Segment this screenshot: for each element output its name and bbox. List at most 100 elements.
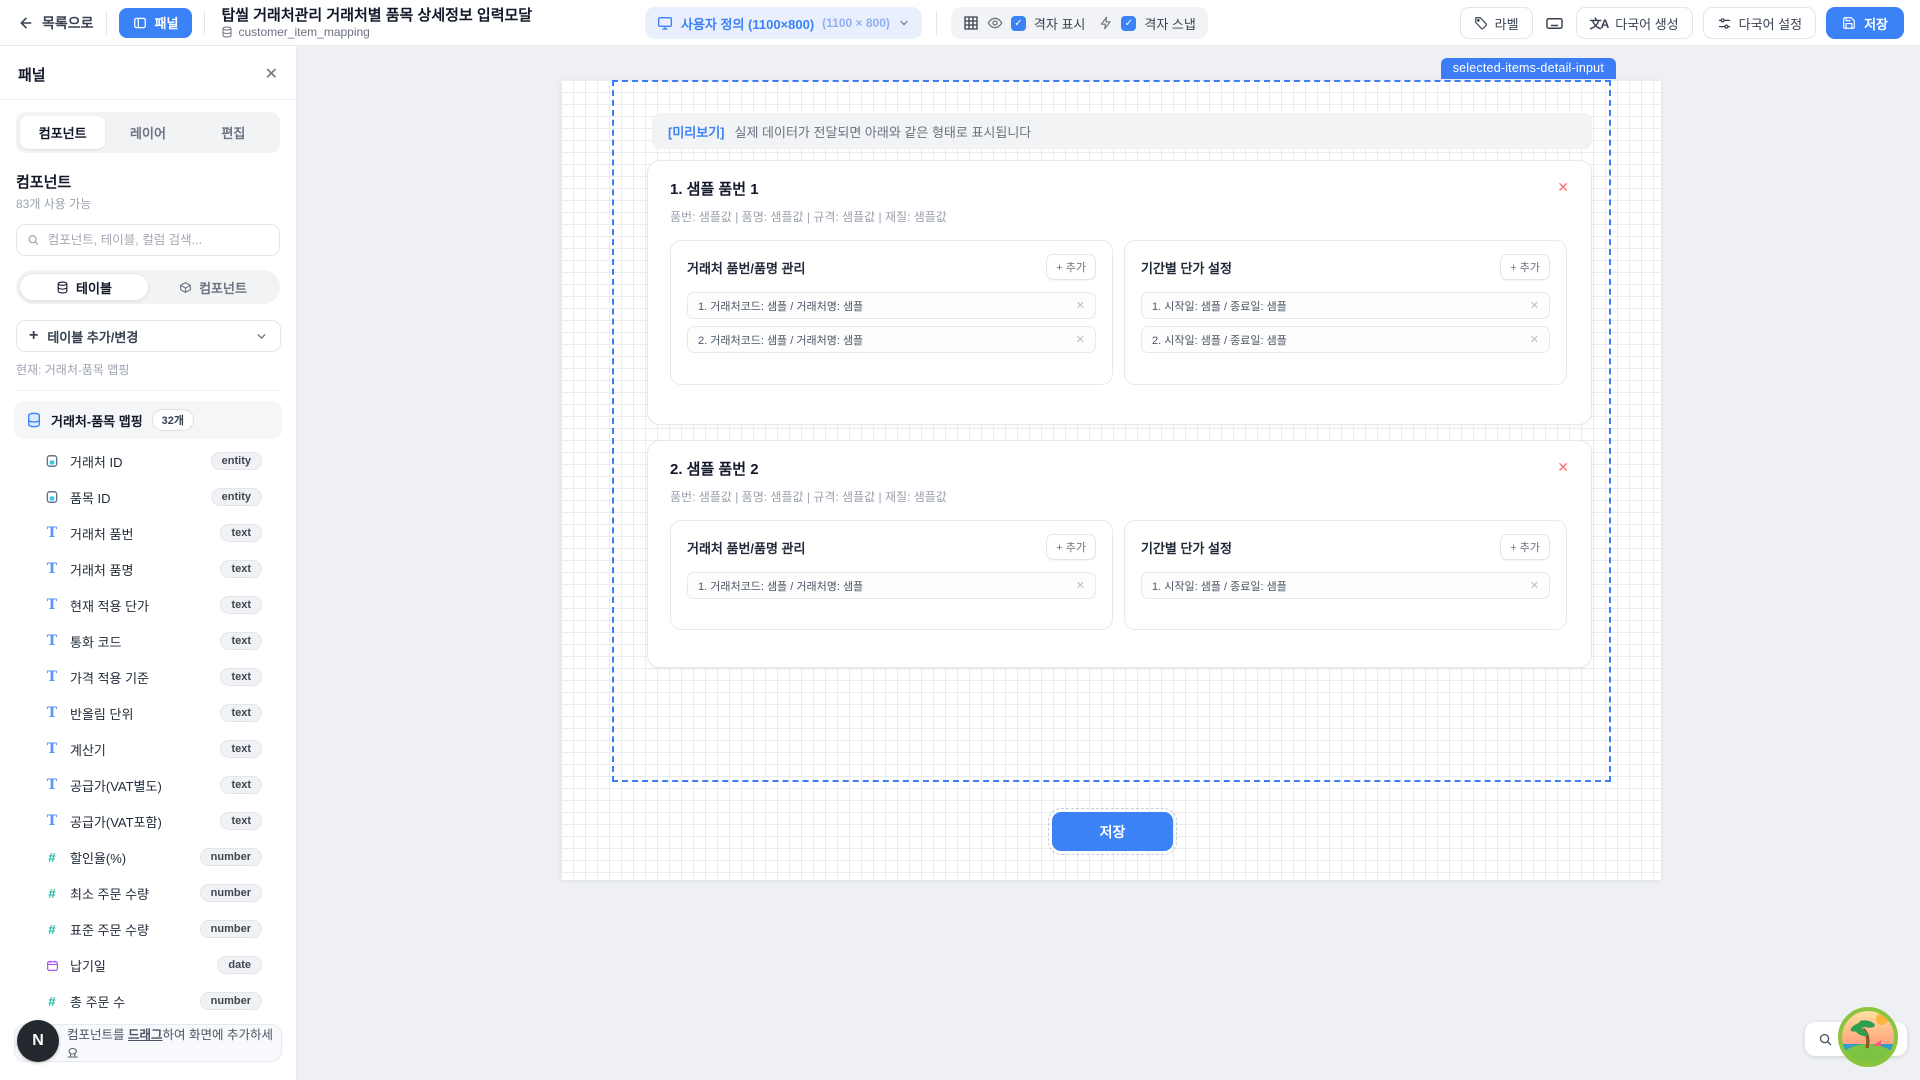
field-type-badge: text (220, 632, 262, 650)
field-row[interactable]: 거래처 ID entity (0, 443, 296, 479)
field-row[interactable]: T 반올림 단위 text (0, 695, 296, 731)
field-row[interactable]: # 표준 주문 수량 number (0, 911, 296, 947)
number-field-icon: # (44, 850, 60, 865)
number-field-icon: # (44, 994, 60, 1009)
number-field-icon: # (44, 886, 60, 901)
panel-toggle-button[interactable]: 패널 (119, 8, 193, 38)
grid-show-checkbox[interactable]: ✓ (1011, 16, 1026, 31)
field-row[interactable]: 품목 ID entity (0, 479, 296, 515)
add-row-button[interactable]: + 추가 (1046, 534, 1096, 560)
monitor-icon (657, 15, 673, 31)
tab-edit[interactable]: 편집 (191, 116, 276, 149)
current-table-text: 현재: 거래처-품목 맵핑 (16, 361, 280, 378)
add-row-button[interactable]: + 추가 (1046, 254, 1096, 280)
vendor-code-panel: 거래처 품번/품명 관리 + 추가 1. 거래처코드: 샘플 / 거래처명: 샘… (670, 520, 1113, 630)
add-row-button[interactable]: + 추가 (1500, 534, 1550, 560)
field-row[interactable]: T 공급가(VAT별도) text (0, 767, 296, 803)
field-type-badge: text (220, 524, 262, 542)
back-to-list-button[interactable]: 목록으로 (18, 13, 94, 33)
field-row[interactable]: # 최소 주문 수량 number (0, 875, 296, 911)
tab-layers[interactable]: 레이어 (105, 116, 190, 149)
field-row[interactable]: # 총 주문 수 number (0, 983, 296, 1019)
remove-row-icon[interactable]: ✕ (1076, 299, 1085, 312)
field-row[interactable]: T 계산기 text (0, 731, 296, 767)
period-price-panel: 기간별 단가 설정 + 추가 1. 시작일: 샘플 / 종료일: 샘플✕ (1124, 520, 1567, 630)
save-floppy-icon (1842, 16, 1856, 30)
grid-snap-checkbox[interactable]: ✓ (1121, 16, 1136, 31)
viewport-size: (1100 × 800) (822, 16, 890, 30)
field-list: 거래처 ID entity 품목 ID entity T 거래처 품번 text… (0, 443, 296, 1019)
field-name: 반올림 단위 (70, 704, 210, 723)
i18n-generate-button[interactable]: 文A 다국어 생성 (1576, 7, 1693, 39)
remove-row-icon[interactable]: ✕ (1530, 579, 1539, 592)
eye-icon (987, 15, 1003, 31)
table-group-header[interactable]: 거래처-품목 맵핑 32개 (14, 401, 282, 439)
field-row[interactable]: T 공급가(VAT포함) text (0, 803, 296, 839)
panel-title: 기간별 단가 설정 (1141, 538, 1232, 557)
field-row[interactable]: 납기일 date (0, 947, 296, 983)
field-type-badge: text (220, 704, 262, 722)
tab-components[interactable]: 컴포넌트 (20, 116, 105, 149)
field-name: 총 주문 수 (70, 992, 190, 1011)
text-field-icon: T (44, 705, 60, 721)
lightning-icon (1099, 16, 1113, 30)
selected-component[interactable]: selected-items-detail-input [미리보기] 실제 데이… (612, 80, 1611, 782)
i18n-settings-button[interactable]: 다국어 설정 (1703, 7, 1816, 39)
field-row[interactable]: T 가격 적용 기준 text (0, 659, 296, 695)
remove-row-icon[interactable]: ✕ (1530, 333, 1539, 346)
period-price-panel: 기간별 단가 설정 + 추가 1. 시작일: 샘플 / 종료일: 샘플✕ 2. … (1124, 240, 1567, 385)
item-card-meta: 품번: 샘플값 | 품명: 샘플값 | 규격: 샘플값 | 재질: 샘플값 (670, 208, 1569, 225)
date-field-icon (44, 959, 60, 972)
component-search (16, 224, 280, 256)
table-subtitle: customer_item_mapping (238, 25, 369, 39)
sliders-icon (1717, 16, 1732, 31)
grid-show-label: 격자 표시 (1034, 14, 1085, 33)
label-button[interactable]: 라벨 (1460, 7, 1533, 39)
search-icon (27, 233, 40, 247)
add-row-button[interactable]: + 추가 (1500, 254, 1550, 280)
entity-field-icon (44, 490, 60, 504)
remove-row-icon[interactable]: ✕ (1076, 579, 1085, 592)
hint-prefix: 컴포넌트를 (67, 1028, 128, 1042)
package-icon (179, 281, 192, 294)
remove-item-icon[interactable]: ✕ (1557, 458, 1569, 474)
field-type-badge: number (200, 884, 262, 902)
entity-field-icon (44, 454, 60, 468)
preview-banner: [미리보기] 실제 데이터가 전달되면 아래와 같은 형태로 표시됩니다 (652, 113, 1592, 149)
list-item: 1. 거래처코드: 샘플 / 거래처명: 샘플✕ (687, 292, 1096, 319)
modal-save-button[interactable]: 저장 (1052, 812, 1173, 851)
keyboard-icon (1545, 14, 1564, 33)
sidebar-panel-icon (133, 16, 147, 30)
item-card-1: 1. 샘플 품번 1 ✕ 품번: 샘플값 | 품명: 샘플값 | 규격: 샘플값… (647, 160, 1592, 425)
design-canvas-area[interactable]: selected-items-detail-input [미리보기] 실제 데이… (297, 46, 1920, 1080)
item-card-meta: 품번: 샘플값 | 품명: 샘플값 | 규격: 샘플값 | 재질: 샘플값 (670, 488, 1569, 505)
remove-row-icon[interactable]: ✕ (1530, 299, 1539, 312)
mode-table-button[interactable]: 테이블 (19, 273, 149, 301)
translate-icon: 文A (1590, 15, 1609, 32)
mode-component-button[interactable]: 컴포넌트 (149, 273, 277, 301)
remove-row-icon[interactable]: ✕ (1076, 333, 1085, 346)
mode-table-label: 테이블 (76, 278, 112, 297)
viewport-size-dropdown[interactable]: 사용자 정의 (1100×800) (1100 × 800) (645, 7, 922, 39)
remove-item-icon[interactable]: ✕ (1557, 178, 1569, 194)
item-card-title: 2. 샘플 품번 2 (670, 458, 759, 479)
close-icon[interactable]: ✕ (265, 67, 278, 83)
field-row[interactable]: T 거래처 품번 text (0, 515, 296, 551)
vendor-code-panel: 거래처 품번/품명 관리 + 추가 1. 거래처코드: 샘플 / 거래처명: 샘… (670, 240, 1113, 385)
add-change-table-button[interactable]: + 테이블 추가/변경 (16, 320, 281, 352)
search-input[interactable] (48, 233, 269, 247)
field-row[interactable]: T 통화 코드 text (0, 623, 296, 659)
field-row[interactable]: # 할인율(%) number (0, 839, 296, 875)
divider (204, 11, 205, 35)
keyboard-shortcuts-button[interactable] (1543, 14, 1566, 33)
divider (16, 390, 280, 391)
field-row[interactable]: T 현재 적용 단가 text (0, 587, 296, 623)
panel-title: 거래처 품번/품명 관리 (687, 258, 805, 277)
field-type-badge: date (217, 956, 262, 974)
field-type-badge: text (220, 596, 262, 614)
save-button[interactable]: 저장 (1826, 7, 1904, 39)
field-row[interactable]: T 거래처 품명 text (0, 551, 296, 587)
label-button-text: 라벨 (1495, 14, 1519, 33)
grid-icon (963, 15, 979, 31)
list-item-text: 1. 거래처코드: 샘플 / 거래처명: 샘플 (698, 578, 863, 594)
